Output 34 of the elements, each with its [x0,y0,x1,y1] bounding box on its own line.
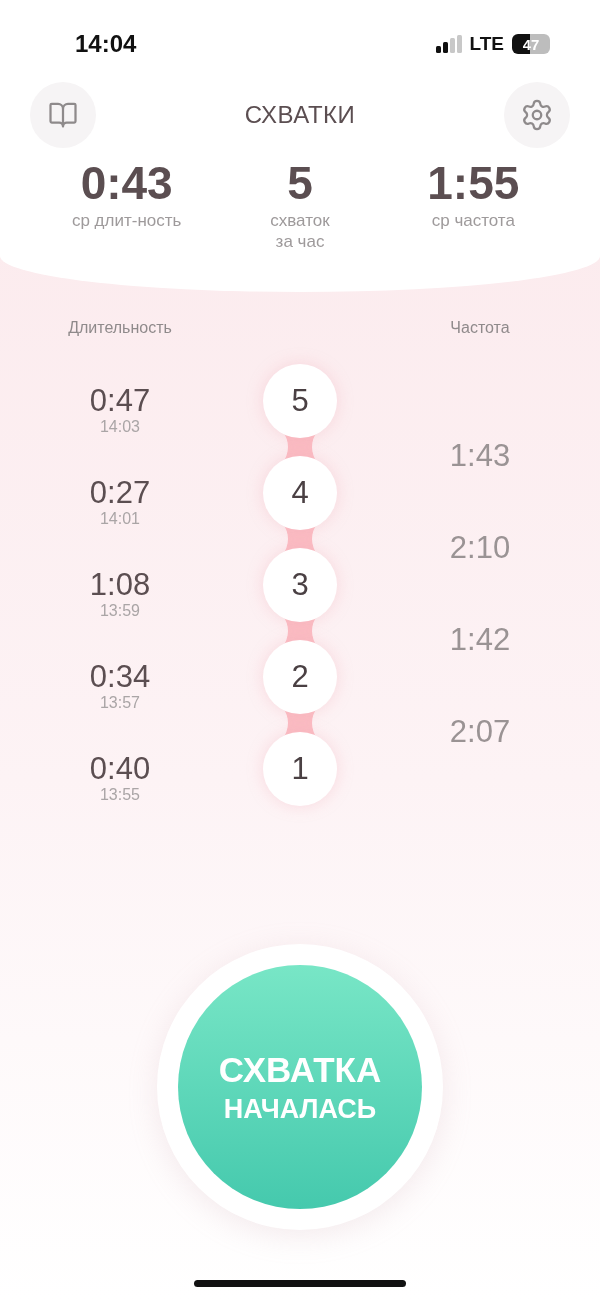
book-icon [48,100,78,130]
settings-icon [520,98,554,132]
start-contraction-button[interactable]: СХВАТКА НАЧАЛАСЬ [178,965,422,1209]
start-time: 14:01 [99,510,140,528]
stat-value: 0:43 [80,156,173,210]
duration-value: 0:40 [89,752,151,786]
start-time: 13:59 [99,602,140,620]
status-time: 14:04 [75,30,137,58]
interval-value: 1:42 [449,621,511,659]
network-label: LTE [469,33,504,55]
stat-value: 5 [287,156,313,210]
contraction-number: 4 [263,456,337,530]
column-header: Длительность [68,318,172,338]
contraction-number: 3 [263,548,337,622]
column-header: Частота [450,318,510,338]
duration-value: 0:27 [89,476,151,510]
start-time: 13:57 [99,694,140,712]
signal-icon [435,35,462,53]
interval-value: 2:07 [449,713,511,751]
duration-value: 1:08 [89,568,151,602]
stat-value: 1:55 [427,156,520,210]
interval-value: 1:43 [449,437,511,475]
contraction-number: 1 [263,732,337,806]
duration-value: 0:47 [89,384,151,418]
contraction-number: 2 [263,640,337,714]
start-time: 14:03 [99,418,140,436]
contraction-number: 5 [263,364,337,438]
interval-value: 2:10 [449,529,511,567]
stat-label: ср частота [431,210,515,231]
screen-title: СХВАТКИ [244,101,356,129]
duration-value: 0:34 [89,660,151,694]
start-time: 13:55 [99,786,140,804]
stat-label: схваток за час [270,210,330,252]
stat-label: ср длит-ность [71,210,182,231]
